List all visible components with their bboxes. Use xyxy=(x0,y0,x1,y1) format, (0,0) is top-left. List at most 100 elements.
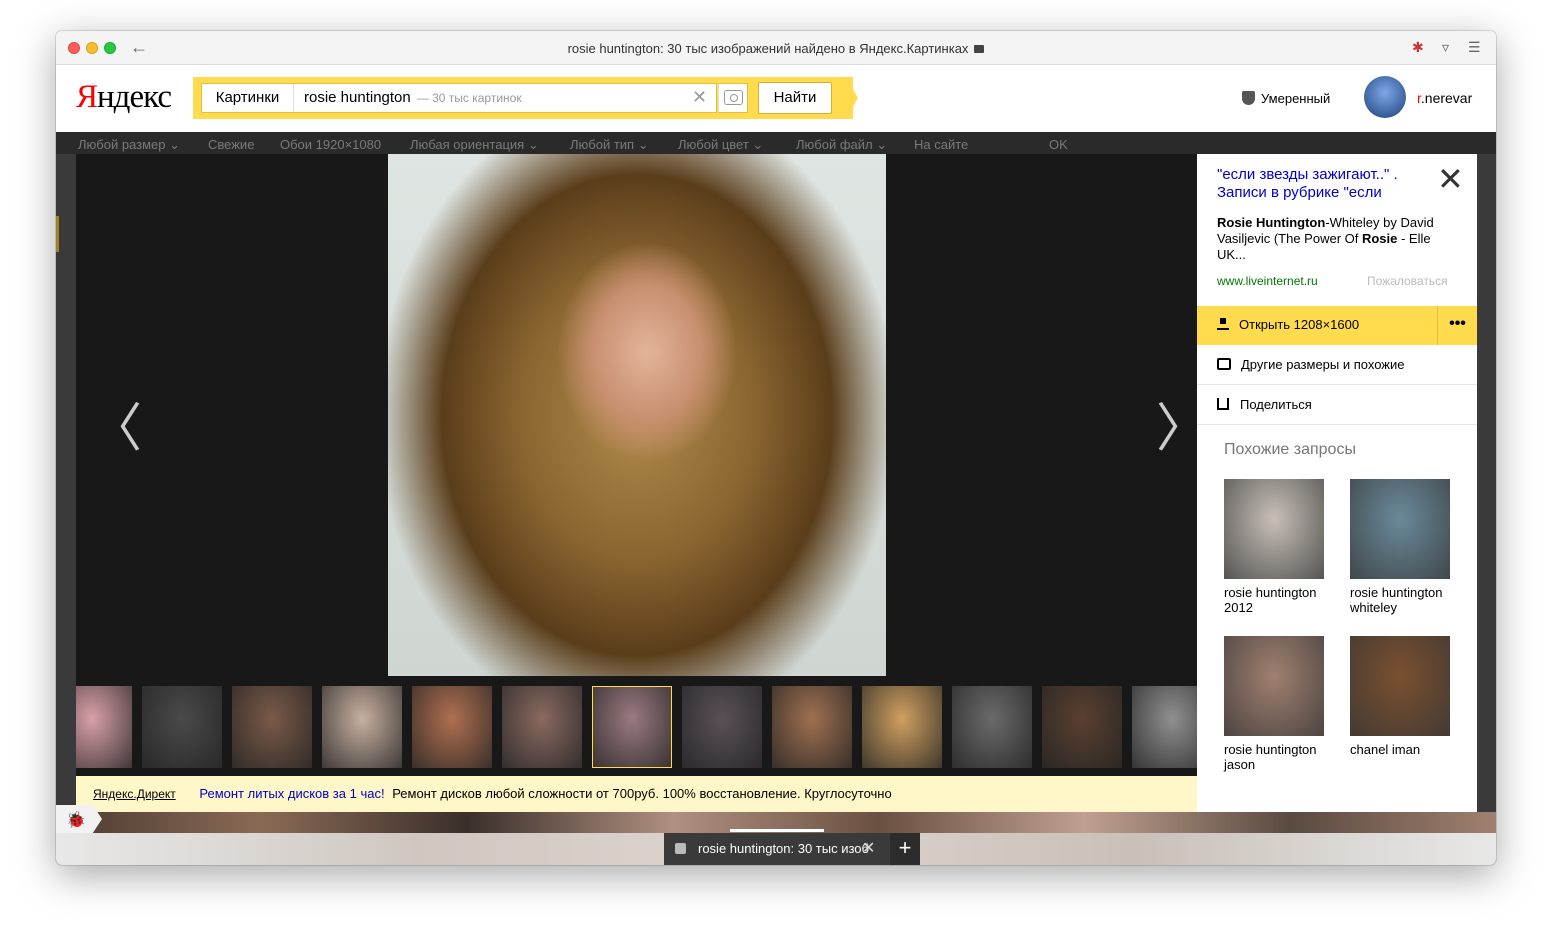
close-icon[interactable]: ✕ xyxy=(1437,160,1464,198)
shield-icon xyxy=(1242,91,1255,105)
thumbnail-strip xyxy=(76,686,1197,768)
safe-search-label: Умеренный xyxy=(1261,91,1331,106)
similar-query-image xyxy=(1350,479,1450,579)
similar-query-image xyxy=(1350,636,1450,736)
share-label: Поделиться xyxy=(1240,397,1312,412)
filter-bar xyxy=(56,132,1496,154)
query-value: rosie huntington xyxy=(304,89,411,106)
filter-size[interactable]: Любой размер ⌄ xyxy=(78,137,180,153)
thumbnail-item[interactable] xyxy=(1042,686,1122,768)
filter-ok-button[interactable]: OK xyxy=(1049,137,1068,152)
clear-icon[interactable]: ✕ xyxy=(692,87,707,108)
thumbnail-item[interactable] xyxy=(76,686,132,768)
ad-direct-link[interactable]: Яндекс.Директ xyxy=(93,787,176,801)
hamburger-menu-icon[interactable]: ☰ xyxy=(1468,39,1481,56)
thumbnail-item[interactable] xyxy=(952,686,1032,768)
search-query-text: rosie huntington — 30 тыс картинок xyxy=(304,89,522,106)
filter-file[interactable]: Любой файл ⌄ xyxy=(796,137,887,153)
filter-wallpapers[interactable]: Обои 1920×1080 xyxy=(280,137,381,152)
similar-query-item[interactable]: chanel iman xyxy=(1350,636,1450,757)
filter-site-input[interactable]: На сайте xyxy=(914,137,968,152)
filter-type[interactable]: Любой тип ⌄ xyxy=(570,137,649,153)
title-bar: ← rosie huntington: 30 тыс изображений н… xyxy=(56,31,1496,65)
left-backdrop-strip xyxy=(56,154,76,812)
find-button[interactable]: Найти xyxy=(758,82,832,114)
thumbnail-item[interactable] xyxy=(772,686,852,768)
tab-loading-indicator xyxy=(730,829,824,832)
open-image-button[interactable]: Открыть 1208×1600 ••• xyxy=(1197,306,1477,345)
open-image-label: Открыть 1208×1600 xyxy=(1217,317,1359,332)
thumbnail-item[interactable] xyxy=(502,686,582,768)
similar-query-label: chanel iman xyxy=(1350,742,1421,757)
thumbnail-item[interactable] xyxy=(322,686,402,768)
thumbnail-item[interactable] xyxy=(142,686,222,768)
similar-query-item[interactable]: rosie huntington jason xyxy=(1224,636,1324,772)
browser-window: ← rosie huntington: 30 тыс изображений н… xyxy=(56,31,1496,865)
source-description: Rosie Huntington-Whiteley by David Vasil… xyxy=(1217,215,1455,263)
main-image[interactable] xyxy=(388,154,886,676)
similar-query-image xyxy=(1224,479,1324,579)
lock-icon xyxy=(974,45,985,53)
tab-active[interactable]: rosie huntington: 30 тыс изоб xyxy=(664,833,888,865)
search-frame-arrow xyxy=(846,77,858,119)
search-input[interactable]: Картинки rosie huntington — 30 тыс картин… xyxy=(201,83,717,113)
similar-queries-title: Похожие запросы xyxy=(1224,441,1356,458)
thumbnail-item[interactable] xyxy=(682,686,762,768)
thumbnail-item[interactable] xyxy=(412,686,492,768)
image-info-panel: "если звезды зажигают.." . Записи в рубр… xyxy=(1197,154,1477,812)
window-title: rosie huntington: 30 тыс изображений най… xyxy=(56,41,1496,56)
more-options-button[interactable]: ••• xyxy=(1437,306,1477,345)
similar-query-image xyxy=(1224,636,1324,736)
camera-icon xyxy=(724,90,743,105)
result-count: — 30 тыс картинок xyxy=(416,91,522,105)
left-marker xyxy=(56,216,59,252)
share-button[interactable]: Поделиться xyxy=(1197,385,1477,425)
search-service-tab[interactable]: Картинки xyxy=(202,84,294,112)
tab-title: rosie huntington: 30 тыс изоб xyxy=(698,841,869,856)
filter-orientation[interactable]: Любая ориентация ⌄ xyxy=(410,137,539,153)
username[interactable]: r.nerevar xyxy=(1417,90,1472,106)
thumbnail-item[interactable] xyxy=(592,686,672,768)
other-sizes-button[interactable]: Другие размеры и похожие xyxy=(1197,345,1477,385)
similar-query-label: rosie huntington jason xyxy=(1224,742,1317,772)
safe-search-filter[interactable]: Умеренный xyxy=(1242,91,1330,106)
desc-bold-1: Rosie Huntington xyxy=(1217,215,1326,230)
prev-image-button[interactable]: 〈 xyxy=(90,386,142,461)
favicon-icon xyxy=(675,843,686,854)
yandex-header: Яндекс Картинки rosie huntington — 30 тыс… xyxy=(56,65,1496,132)
bug-extension-icon[interactable]: ✱ xyxy=(1412,39,1424,56)
tab-close-icon[interactable]: ✕ xyxy=(862,833,875,865)
window-title-text: rosie huntington: 30 тыс изображений най… xyxy=(567,41,969,56)
yandex-logo[interactable]: Яндекс xyxy=(76,79,172,116)
camera-search-icon xyxy=(1217,358,1231,370)
source-site-link[interactable]: www.liveinternet.ru xyxy=(1217,274,1318,288)
ladybug-icon: 🐞 xyxy=(66,812,86,829)
thumbnail-item[interactable] xyxy=(232,686,312,768)
ad-text: Ремонт дисков любой сложности от 700руб.… xyxy=(392,786,892,801)
logo-rest: ндекс xyxy=(97,79,172,115)
tab-bar: rosie huntington: 30 тыс изоб ✕ + xyxy=(664,833,920,865)
filter-color[interactable]: Любой цвет ⌄ xyxy=(678,137,763,153)
filter-fresh[interactable]: Свежие xyxy=(208,137,254,152)
ad-banner: Яндекс.Директ Ремонт литых дисков за 1 ч… xyxy=(76,776,1197,812)
open-image-text: Открыть 1208×1600 xyxy=(1239,317,1360,332)
new-tab-button[interactable]: + xyxy=(890,833,920,865)
similar-query-item[interactable]: rosie huntington whiteley xyxy=(1350,479,1450,615)
download-icon xyxy=(1217,318,1229,330)
share-icon xyxy=(1217,398,1229,410)
image-search-button[interactable] xyxy=(718,83,748,113)
ad-link[interactable]: Ремонт литых дисков за 1 час! xyxy=(199,786,384,801)
desc-bold-2: Rosie xyxy=(1361,231,1398,246)
similar-query-item[interactable]: rosie huntington 2012 xyxy=(1224,479,1324,615)
complain-link[interactable]: Пожаловаться xyxy=(1367,274,1448,288)
avatar[interactable] xyxy=(1364,76,1406,118)
similar-query-label: rosie huntington whiteley xyxy=(1350,585,1443,615)
pocket-icon[interactable]: ▿ xyxy=(1442,39,1449,56)
thumbnail-item[interactable] xyxy=(1132,686,1197,768)
thumbnail-item[interactable] xyxy=(862,686,942,768)
username-rest: .nerevar xyxy=(1420,90,1473,106)
logo-first-letter: Я xyxy=(76,79,98,115)
source-title-link[interactable]: "если звезды зажигают.." . Записи в рубр… xyxy=(1217,166,1437,202)
similar-query-label: rosie huntington 2012 xyxy=(1224,585,1317,615)
other-sizes-label: Другие размеры и похожие xyxy=(1241,357,1405,372)
